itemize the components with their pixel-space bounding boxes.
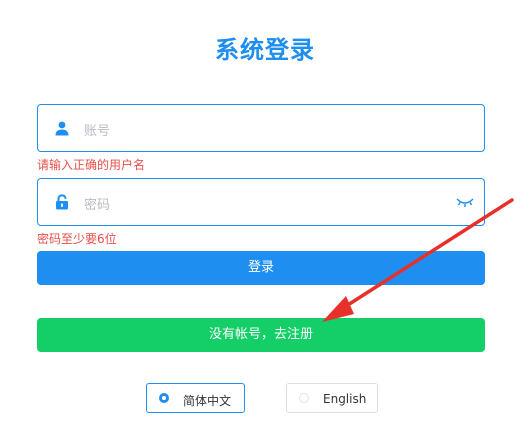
language-option-label: 简体中文 [183, 394, 232, 408]
page-title: 系统登录 [215, 36, 315, 64]
language-option-en[interactable]: English [286, 383, 378, 413]
radio-checked-icon [159, 393, 169, 403]
password-field[interactable]: 密码 [37, 178, 485, 226]
login-button[interactable]: 登录 [37, 251, 485, 285]
radio-unchecked-icon [299, 393, 309, 403]
lock-icon [56, 194, 68, 210]
eye-closed-icon[interactable] [456, 196, 474, 210]
password-error: 密码至少要6位 [37, 232, 117, 246]
user-icon [55, 121, 69, 136]
username-field[interactable]: 账号 [37, 104, 485, 152]
language-option-zh[interactable]: 简体中文 [146, 383, 245, 413]
password-placeholder: 密码 [84, 198, 111, 213]
register-button[interactable]: 没有帐号，去注册 [37, 318, 485, 352]
language-option-label: English [323, 392, 367, 406]
username-placeholder: 账号 [84, 124, 111, 139]
username-error: 请输入正确的用户名 [37, 158, 146, 172]
